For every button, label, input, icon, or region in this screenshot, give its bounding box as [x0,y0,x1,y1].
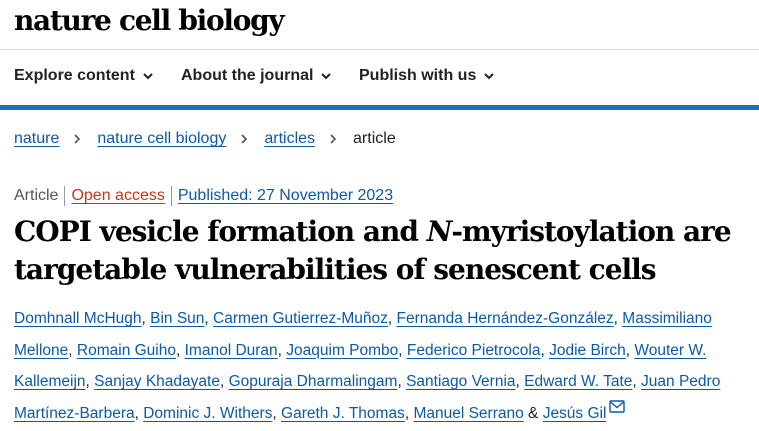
author-final-separator: & [523,404,543,422]
article-meta: Article Open access Published: 27 Novemb… [14,186,393,206]
meta-divider [170,186,172,206]
chevron-right-icon [330,134,337,144]
author-separator: , [219,373,229,390]
author-link[interactable]: Edward W. Tate [524,373,632,390]
journal-logo[interactable]: nature cell biology [14,2,285,40]
author-separator: , [397,373,407,390]
open-access-link[interactable]: Open access [71,187,164,205]
breadcrumb-nature[interactable]: nature [14,130,59,148]
article-type: Article [14,187,59,204]
nav-item-label: Explore content [14,67,135,84]
author-separator: , [175,341,185,359]
author-separator: , [387,310,397,327]
breadcrumb-articles[interactable]: articles [264,130,315,148]
title-italic: N [426,215,453,248]
author-separator: , [85,373,95,390]
chevron-right-icon [74,134,81,144]
breadcrumb: nature nature cell biology articles arti… [14,130,396,148]
author-list: Domhnall McHugh, Bin Sun, Carmen Gutierr… [14,303,749,429]
author-separator: , [540,341,550,359]
article-title: COPI vesicle formation and N-myristoylat… [14,213,749,289]
author-separator: , [613,310,623,327]
author-separator: , [204,310,214,327]
author-link[interactable]: Gopuraja Dharmalingam [229,373,398,390]
author-separator: , [632,373,642,390]
nav-about-journal[interactable]: About the journal [181,67,332,85]
author-separator: , [277,341,287,359]
author-link[interactable]: Santiago Vernia [406,373,515,390]
chevron-down-icon [321,73,332,80]
site-header: nature cell biology [0,0,759,50]
author-link[interactable]: Federico Pietrocola [407,342,541,359]
chevron-right-icon [241,134,248,144]
author-link[interactable]: Manuel Serrano [413,405,523,422]
author-separator: , [272,404,282,422]
published-date-link[interactable]: Published: 27 November 2023 [178,187,393,205]
author-separator: , [398,341,407,359]
nav-item-label: Publish with us [359,67,477,84]
author-link[interactable]: Carmen Gutierrez-Muñoz [213,310,388,327]
author-link[interactable]: Fernanda Hernández-González [397,310,614,327]
author-link[interactable]: Romain Guiho [77,342,176,359]
author-link[interactable]: Domhnall McHugh [14,310,142,327]
author-separator: , [68,341,77,359]
author-separator: , [141,310,151,327]
author-link[interactable]: Imanol Duran [185,342,278,359]
author-separator: , [515,373,525,390]
author-link[interactable]: Gareth J. Thomas [281,405,405,422]
breadcrumb-current: article [353,130,396,147]
main-nav: Explore content About the journal Publis… [0,50,759,105]
author-link[interactable]: Bin Sun [150,310,204,327]
nav-publish-with-us[interactable]: Publish with us [359,67,495,85]
nav-explore-content[interactable]: Explore content [14,67,154,85]
author-link[interactable]: Joaquim Pombo [286,342,398,359]
nav-accent-bar [0,105,759,110]
mail-icon[interactable] [609,399,626,413]
author-link[interactable]: Dominic J. Withers [143,405,272,422]
chevron-down-icon [143,73,153,80]
author-link[interactable]: Sanjay Khadayate [94,373,220,390]
author-separator: , [134,404,144,422]
title-part-1: COPI vesicle formation and [14,215,427,248]
nav-item-label: About the journal [181,67,314,84]
author-link[interactable]: Jodie Birch [549,342,626,359]
breadcrumb-nature-cell-biology[interactable]: nature cell biology [97,130,226,148]
meta-divider [64,186,66,206]
author-link[interactable]: Jesús Gil [543,405,607,422]
chevron-down-icon [484,73,495,80]
